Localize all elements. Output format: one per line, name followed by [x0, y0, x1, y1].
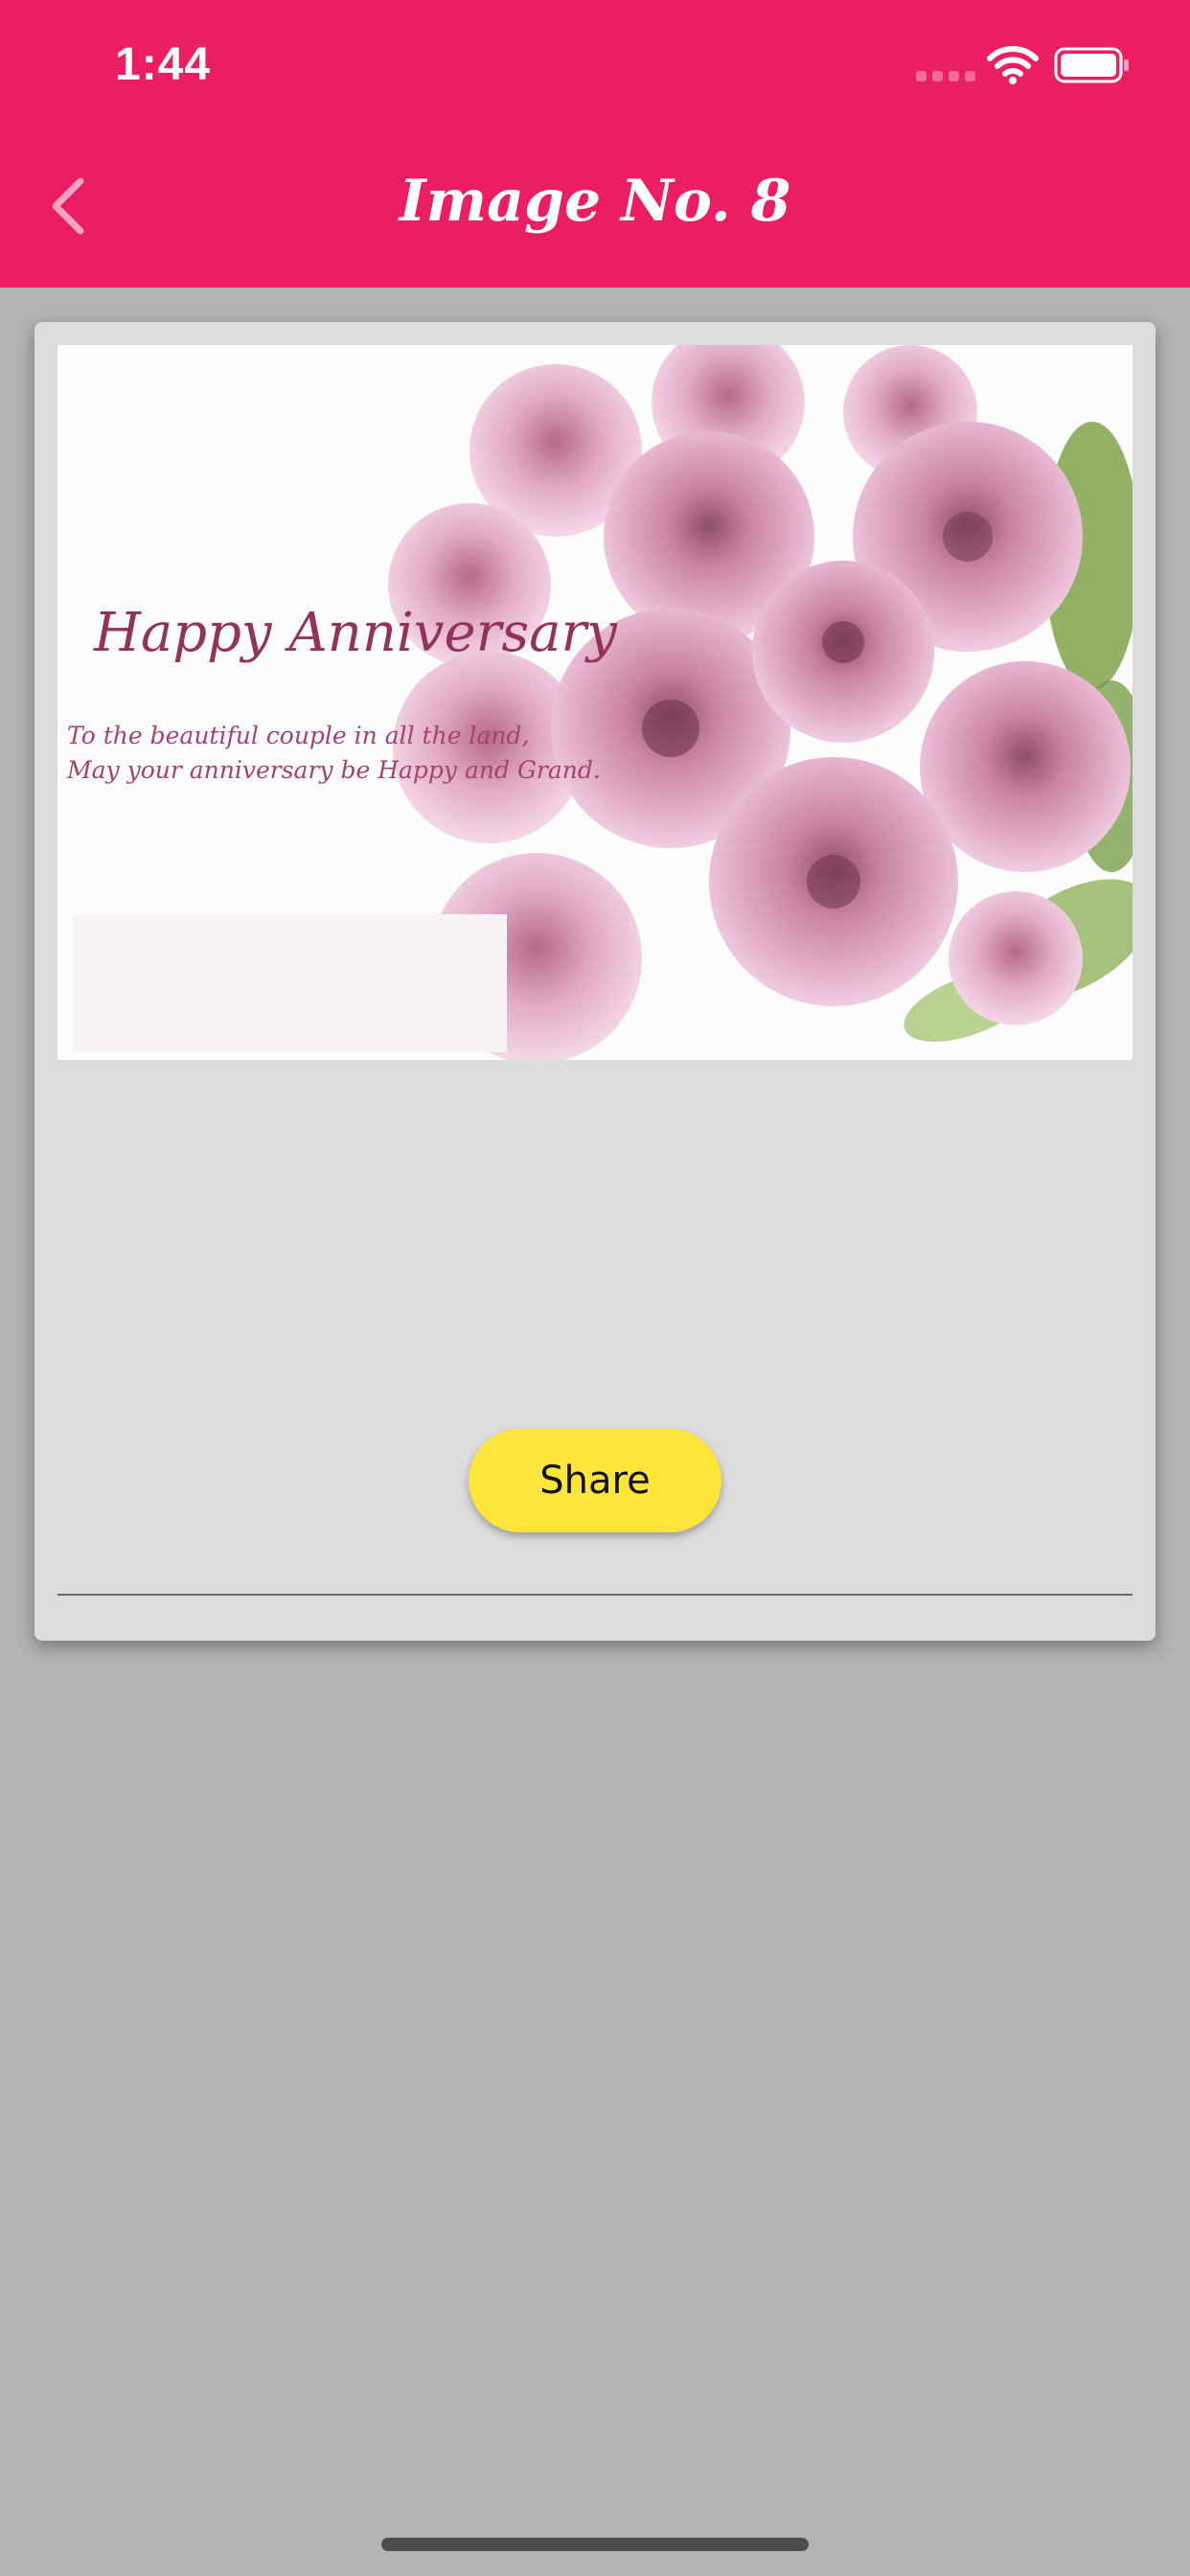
share-button[interactable]: Share: [469, 1429, 721, 1532]
name-placeholder-box: [73, 914, 507, 1052]
card-message-line: To the beautiful couple in all the land,: [67, 722, 530, 749]
status-time: 1:44: [115, 39, 212, 90]
page-title: Image No. 8: [399, 168, 791, 235]
header-bar: 1:44 Image No. 8: [0, 0, 1190, 288]
greeting-card-image: Happy Anniversary To the beautiful coupl…: [57, 345, 1133, 1060]
image-card: Happy Anniversary To the beautiful coupl…: [34, 322, 1156, 1641]
cellular-signal-icon: [916, 71, 975, 81]
wifi-icon: [987, 46, 1039, 89]
card-title-text: Happy Anniversary: [94, 602, 617, 664]
divider: [57, 1594, 1133, 1596]
card-message-line: May your anniversary be Happy and Grand.: [67, 756, 601, 784]
home-indicator[interactable]: [381, 2538, 809, 2551]
card-message: To the beautiful couple in all the land,…: [67, 719, 601, 788]
battery-icon: [1054, 46, 1131, 89]
